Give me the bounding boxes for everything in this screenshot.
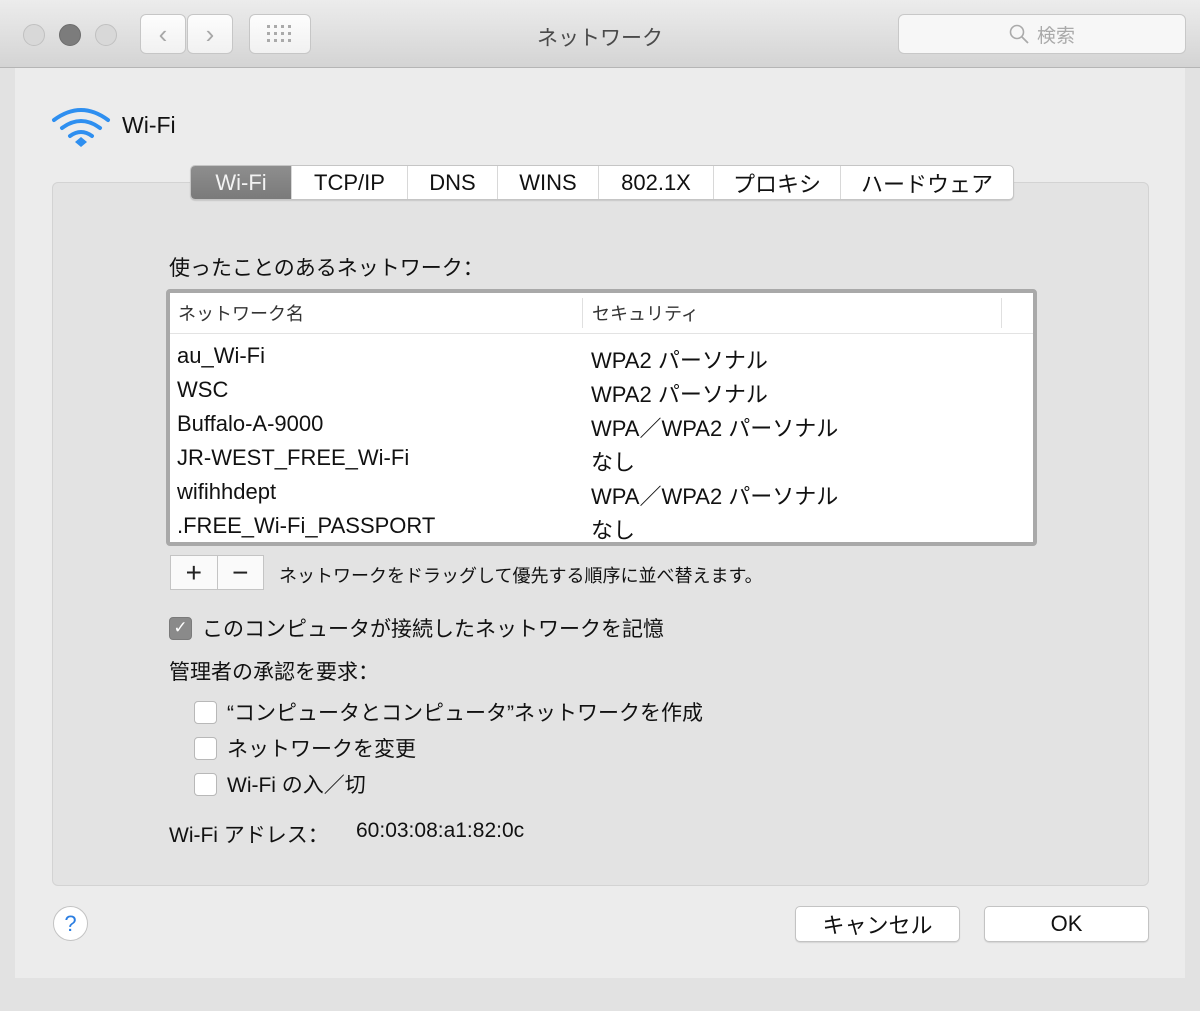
network-name: wifihhdept: [177, 479, 277, 504]
network-name: JR-WEST_FREE_Wi-Fi: [177, 445, 410, 470]
admin-label: 管理者の承認を要求：: [169, 661, 379, 684]
column-header-security[interactable]: セキュリティ: [584, 298, 1002, 328]
checkbox-box[interactable]: [194, 736, 217, 760]
checkbox-label: “コンピュータとコンピュータ”ネットワークを作成: [227, 702, 703, 725]
table-row[interactable]: JR-WEST_FREE_Wi-Fi なし: [170, 441, 1033, 475]
network-security: なし: [591, 450, 636, 475]
tab-8021x[interactable]: 802.1X: [599, 166, 714, 199]
table-row[interactable]: Buffalo-A-9000 WPA／WPA2 パーソナル: [170, 407, 1033, 441]
checkmark-icon[interactable]: ✓: [169, 616, 192, 640]
networks-label: 使ったことのあるネットワーク：: [169, 257, 484, 280]
network-security: なし: [591, 518, 636, 543]
header-divider: [170, 333, 1033, 334]
network-name: au_Wi-Fi: [177, 343, 266, 368]
network-name: .FREE_Wi-Fi_PASSPORT: [177, 513, 436, 538]
help-button[interactable]: ?: [53, 906, 88, 941]
search-icon: [1009, 24, 1029, 44]
table-row[interactable]: .FREE_Wi-Fi_PASSPORT なし: [170, 509, 1033, 543]
network-security: WPA2 パーソナル: [591, 348, 768, 373]
checkbox-label: Wi-Fi の入／切: [227, 774, 366, 797]
remember-label: このコンピュータが接続したネットワークを記憶: [202, 618, 664, 641]
network-name: WSC: [177, 377, 229, 402]
tab-hardware[interactable]: ハードウェア: [841, 166, 1013, 199]
wifi-address-value: 60:03:08:a1:82:0c: [356, 819, 525, 842]
tab-dns[interactable]: DNS: [408, 166, 498, 199]
help-icon: ?: [64, 910, 77, 936]
tab-wifi[interactable]: Wi-Fi: [191, 166, 292, 199]
admin-power-checkbox[interactable]: Wi-Fi の入／切: [194, 769, 366, 799]
table-row[interactable]: au_Wi-Fi WPA2 パーソナル: [170, 339, 1033, 373]
reorder-hint: ネットワークをドラッグして優先する順序に並べ替えます。: [279, 566, 763, 586]
remember-networks-checkbox[interactable]: ✓ このコンピュータが接続したネットワークを記憶: [169, 613, 664, 643]
title-bar: ‹ › ネットワーク 検索: [0, 0, 1200, 68]
tab-proxy[interactable]: プロキシ: [714, 166, 841, 199]
tab-tcpip[interactable]: TCP/IP: [292, 166, 408, 199]
network-security: WPA2 パーソナル: [591, 382, 768, 407]
add-remove-control: + −: [170, 555, 264, 590]
remove-network-button[interactable]: −: [218, 556, 264, 589]
ok-button[interactable]: OK: [984, 906, 1149, 942]
table-row[interactable]: WSC WPA2 パーソナル: [170, 373, 1033, 407]
checkbox-box[interactable]: [194, 700, 217, 724]
add-network-button[interactable]: +: [171, 556, 218, 589]
table-row[interactable]: wifihhdept WPA／WPA2 パーソナル: [170, 475, 1033, 509]
column-header-name[interactable]: ネットワーク名: [170, 298, 583, 328]
search-input[interactable]: 検索: [898, 14, 1186, 54]
tab-wins[interactable]: WINS: [498, 166, 599, 199]
wifi-address-label: Wi-Fi アドレス：: [169, 824, 329, 847]
network-table[interactable]: ネットワーク名 セキュリティ au_Wi-Fi WPA2 パーソナル WSC WPA…: [166, 289, 1037, 546]
network-security: WPA／WPA2 パーソナル: [591, 484, 839, 509]
admin-create-checkbox[interactable]: “コンピュータとコンピュータ”ネットワークを作成: [194, 697, 703, 727]
tab-bar: Wi-Fi TCP/IP DNS WINS 802.1X プロキシ ハードウェア: [190, 165, 1014, 200]
interface-title: Wi-Fi: [122, 112, 176, 138]
checkbox-label: ネットワークを変更: [227, 738, 416, 761]
admin-change-checkbox[interactable]: ネットワークを変更: [194, 733, 416, 763]
search-placeholder: 検索: [1036, 25, 1075, 47]
checkbox-box[interactable]: [194, 772, 217, 796]
network-name: Buffalo-A-9000: [177, 411, 324, 436]
wifi-icon: [52, 108, 110, 147]
network-security: WPA／WPA2 パーソナル: [591, 416, 839, 441]
cancel-button[interactable]: キャンセル: [795, 906, 960, 942]
